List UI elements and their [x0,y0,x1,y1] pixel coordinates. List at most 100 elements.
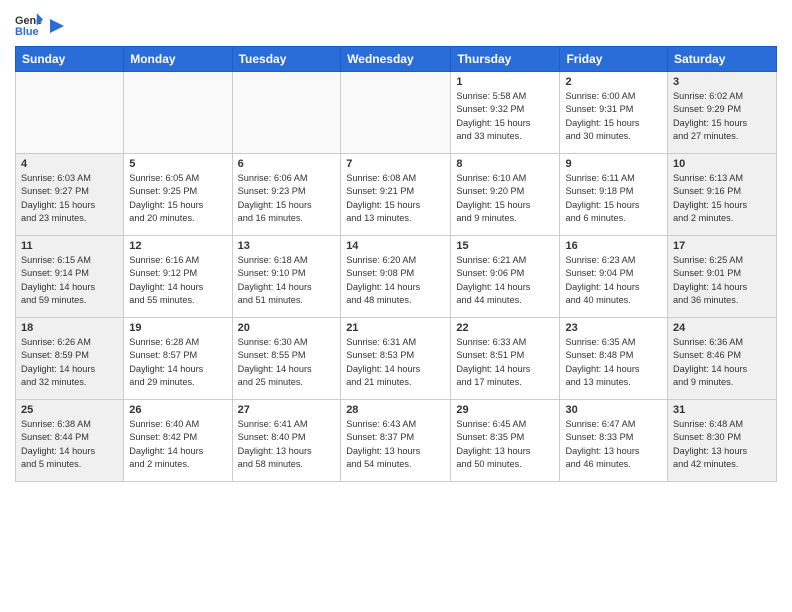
calendar-header-tuesday: Tuesday [232,47,341,72]
day-info: Sunrise: 6:36 AM Sunset: 8:46 PM Dayligh… [673,336,771,389]
day-number: 10 [673,158,771,170]
day-number: 13 [238,240,336,252]
day-info: Sunrise: 6:10 AM Sunset: 9:20 PM Dayligh… [456,172,554,225]
day-info: Sunrise: 6:38 AM Sunset: 8:44 PM Dayligh… [21,418,118,471]
calendar-cell: 8 Sunrise: 6:10 AM Sunset: 9:20 PM Daylig… [451,154,560,236]
day-number: 20 [238,322,336,334]
calendar-week-2: 4 Sunrise: 6:03 AM Sunset: 9:27 PM Daylig… [16,154,777,236]
calendar-cell: 28 Sunrise: 6:43 AM Sunset: 8:37 PM Dayli… [341,400,451,482]
day-number: 11 [21,240,118,252]
day-number: 26 [129,404,226,416]
day-info: Sunrise: 6:33 AM Sunset: 8:51 PM Dayligh… [456,336,554,389]
day-info: Sunrise: 6:08 AM Sunset: 9:21 PM Dayligh… [346,172,445,225]
calendar-cell [124,72,232,154]
calendar-cell: 24 Sunrise: 6:36 AM Sunset: 8:46 PM Dayli… [668,318,777,400]
day-info: Sunrise: 6:31 AM Sunset: 8:53 PM Dayligh… [346,336,445,389]
day-number: 6 [238,158,336,170]
day-info: Sunrise: 6:43 AM Sunset: 8:37 PM Dayligh… [346,418,445,471]
day-info: Sunrise: 5:58 AM Sunset: 9:32 PM Dayligh… [456,90,554,143]
day-number: 19 [129,322,226,334]
calendar-cell: 3 Sunrise: 6:02 AM Sunset: 9:29 PM Daylig… [668,72,777,154]
day-number: 17 [673,240,771,252]
day-info: Sunrise: 6:03 AM Sunset: 9:27 PM Dayligh… [21,172,118,225]
day-number: 2 [565,76,662,88]
day-number: 22 [456,322,554,334]
calendar-cell: 17 Sunrise: 6:25 AM Sunset: 9:01 PM Dayli… [668,236,777,318]
day-info: Sunrise: 6:48 AM Sunset: 8:30 PM Dayligh… [673,418,771,471]
day-info: Sunrise: 6:02 AM Sunset: 9:29 PM Dayligh… [673,90,771,143]
calendar-cell: 1Sunrise: 5:58 AM Sunset: 9:32 PM Daylig… [451,72,560,154]
calendar-cell: 29Sunrise: 6:45 AM Sunset: 8:35 PM Dayli… [451,400,560,482]
logo-icon: General Blue [15,10,43,38]
day-info: Sunrise: 6:41 AM Sunset: 8:40 PM Dayligh… [238,418,336,471]
svg-text:Blue: Blue [15,26,39,38]
day-info: Sunrise: 6:20 AM Sunset: 9:08 PM Dayligh… [346,254,445,307]
day-number: 5 [129,158,226,170]
calendar-header-sunday: Sunday [16,47,124,72]
calendar-cell: 23Sunrise: 6:35 AM Sunset: 8:48 PM Dayli… [560,318,668,400]
day-number: 8 [456,158,554,170]
day-info: Sunrise: 6:15 AM Sunset: 9:14 PM Dayligh… [21,254,118,307]
calendar-cell: 30Sunrise: 6:47 AM Sunset: 8:33 PM Dayli… [560,400,668,482]
day-number: 24 [673,322,771,334]
day-info: Sunrise: 6:28 AM Sunset: 8:57 PM Dayligh… [129,336,226,389]
calendar-cell: 15 Sunrise: 6:21 AM Sunset: 9:06 PM Dayli… [451,236,560,318]
calendar-header-saturday: Saturday [668,47,777,72]
calendar-cell: 13 Sunrise: 6:18 AM Sunset: 9:10 PM Dayli… [232,236,341,318]
day-info: Sunrise: 6:05 AM Sunset: 9:25 PM Dayligh… [129,172,226,225]
calendar-header-monday: Monday [124,47,232,72]
calendar-cell: 12Sunrise: 6:16 AM Sunset: 9:12 PM Dayli… [124,236,232,318]
calendar-week-4: 18Sunrise: 6:26 AM Sunset: 8:59 PM Dayli… [16,318,777,400]
calendar-header-wednesday: Wednesday [341,47,451,72]
day-info: Sunrise: 6:30 AM Sunset: 8:55 PM Dayligh… [238,336,336,389]
day-number: 30 [565,404,662,416]
calendar-cell: 31 Sunrise: 6:48 AM Sunset: 8:30 PM Dayli… [668,400,777,482]
day-number: 21 [346,322,445,334]
calendar-cell: 19 Sunrise: 6:28 AM Sunset: 8:57 PM Dayli… [124,318,232,400]
day-number: 7 [346,158,445,170]
calendar-cell [341,72,451,154]
day-info: Sunrise: 6:21 AM Sunset: 9:06 PM Dayligh… [456,254,554,307]
calendar-cell: 18Sunrise: 6:26 AM Sunset: 8:59 PM Dayli… [16,318,124,400]
day-number: 15 [456,240,554,252]
calendar-cell: 25 Sunrise: 6:38 AM Sunset: 8:44 PM Dayli… [16,400,124,482]
day-number: 31 [673,404,771,416]
calendar-header-thursday: Thursday [451,47,560,72]
header: General Blue [15,10,777,38]
day-number: 16 [565,240,662,252]
calendar-table: SundayMondayTuesdayWednesdayThursdayFrid… [15,46,777,482]
page: General Blue SundayMondayTuesdayWed [0,0,792,612]
day-number: 9 [565,158,662,170]
calendar-cell: 20 Sunrise: 6:30 AM Sunset: 8:55 PM Dayli… [232,318,341,400]
day-number: 25 [21,404,118,416]
day-number: 3 [673,76,771,88]
calendar-cell: 21 Sunrise: 6:31 AM Sunset: 8:53 PM Dayli… [341,318,451,400]
day-info: Sunrise: 6:25 AM Sunset: 9:01 PM Dayligh… [673,254,771,307]
day-info: Sunrise: 6:06 AM Sunset: 9:23 PM Dayligh… [238,172,336,225]
calendar-cell: 11 Sunrise: 6:15 AM Sunset: 9:14 PM Dayli… [16,236,124,318]
day-number: 27 [238,404,336,416]
calendar-cell: 27 Sunrise: 6:41 AM Sunset: 8:40 PM Dayli… [232,400,341,482]
day-number: 4 [21,158,118,170]
calendar-cell: 4 Sunrise: 6:03 AM Sunset: 9:27 PM Daylig… [16,154,124,236]
day-info: Sunrise: 6:13 AM Sunset: 9:16 PM Dayligh… [673,172,771,225]
calendar-cell [232,72,341,154]
calendar-cell: 26Sunrise: 6:40 AM Sunset: 8:42 PM Dayli… [124,400,232,482]
day-info: Sunrise: 6:00 AM Sunset: 9:31 PM Dayligh… [565,90,662,143]
day-info: Sunrise: 6:23 AM Sunset: 9:04 PM Dayligh… [565,254,662,307]
day-number: 28 [346,404,445,416]
day-info: Sunrise: 6:18 AM Sunset: 9:10 PM Dayligh… [238,254,336,307]
logo-triangle-icon [46,17,64,35]
day-number: 12 [129,240,226,252]
calendar-header-friday: Friday [560,47,668,72]
day-info: Sunrise: 6:35 AM Sunset: 8:48 PM Dayligh… [565,336,662,389]
logo: General Blue [15,10,65,38]
calendar-cell: 10 Sunrise: 6:13 AM Sunset: 9:16 PM Dayli… [668,154,777,236]
calendar-cell: 6 Sunrise: 6:06 AM Sunset: 9:23 PM Daylig… [232,154,341,236]
calendar-cell: 5 Sunrise: 6:05 AM Sunset: 9:25 PM Daylig… [124,154,232,236]
calendar-header-row: SundayMondayTuesdayWednesdayThursdayFrid… [16,47,777,72]
day-number: 14 [346,240,445,252]
calendar-cell [16,72,124,154]
calendar-cell: 14 Sunrise: 6:20 AM Sunset: 9:08 PM Dayli… [341,236,451,318]
calendar-cell: 2 Sunrise: 6:00 AM Sunset: 9:31 PM Daylig… [560,72,668,154]
